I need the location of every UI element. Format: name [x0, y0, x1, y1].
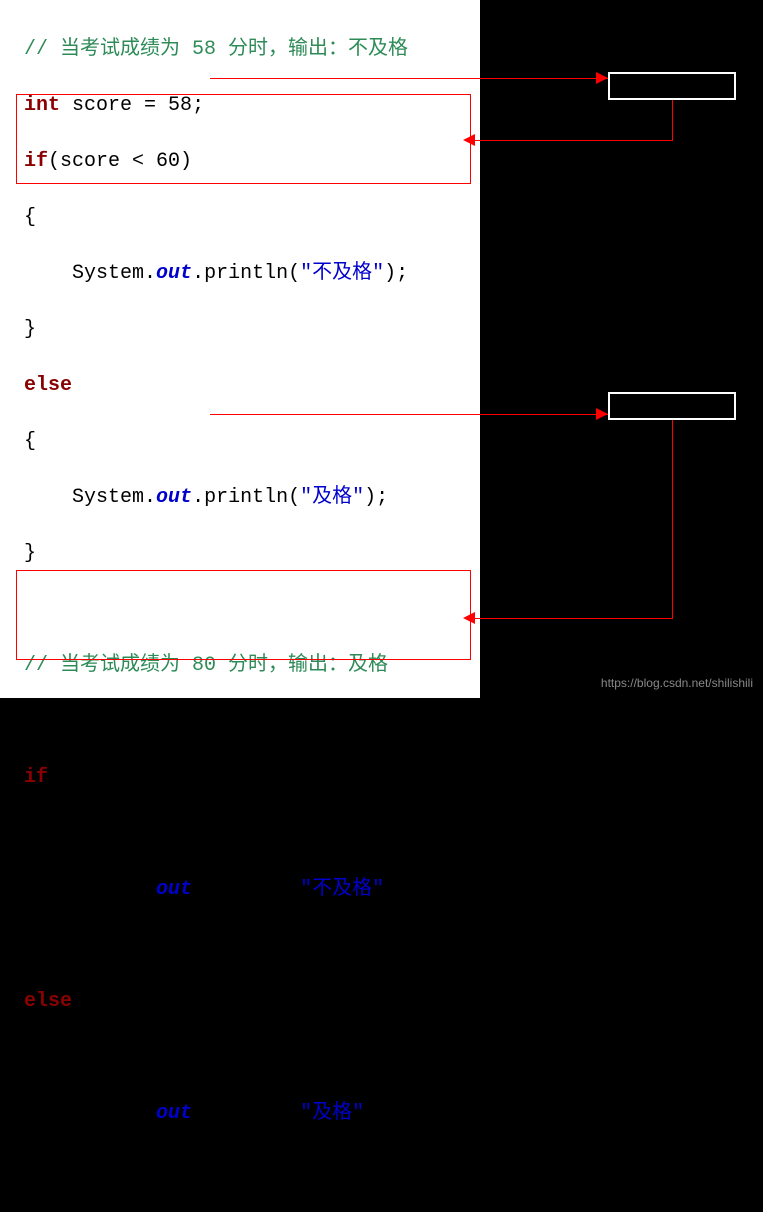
code-line: else — [0, 372, 480, 400]
sys: System — [72, 262, 144, 285]
comment-2: // 当考试成绩为 80 分时，输出：及格 — [24, 654, 388, 677]
code-line: if(score < 60) — [0, 148, 480, 176]
arrow-head-icon — [596, 408, 608, 420]
lbrace: { — [24, 430, 36, 453]
rbrace: } — [24, 542, 36, 565]
cond-1: (score < 60) — [48, 150, 192, 173]
assign: score = — [24, 710, 120, 733]
comment-1: // 当考试成绩为 58 分时，输出：不及格 — [24, 38, 408, 61]
arrow-line — [672, 420, 673, 618]
code-line: } — [0, 316, 480, 344]
output-box-1 — [608, 72, 736, 100]
code-line: if(score < 60) — [0, 764, 480, 792]
kw-if-2: if — [24, 766, 48, 789]
code-line: System.out.println("及格"); — [0, 1100, 480, 1128]
decl: score = — [60, 94, 168, 117]
kw-int: int — [24, 94, 60, 117]
code-line: } — [0, 932, 480, 960]
arrow-line — [672, 100, 673, 140]
code-line: // 当考试成绩为 80 分时，输出：及格 — [0, 652, 480, 680]
kw-else-2: else — [24, 990, 72, 1013]
str-pass: "及格" — [300, 486, 364, 509]
kw-if: if — [24, 150, 48, 173]
code-line: { — [0, 428, 480, 456]
out: out — [156, 262, 192, 285]
rbrace: } — [24, 318, 36, 341]
num-80: 80 — [120, 710, 144, 733]
code-line: } — [0, 540, 480, 568]
num-58: 58 — [168, 94, 192, 117]
output-box-2 — [608, 392, 736, 420]
arrow-line — [475, 618, 673, 619]
code-line: System.out.println("不及格"); — [0, 260, 480, 288]
code-line — [0, 596, 480, 624]
code-line: System.out.println("不及格"); — [0, 876, 480, 904]
code-line: score = 80; — [0, 708, 480, 736]
code-line: else — [0, 988, 480, 1016]
arrow-head-icon — [596, 72, 608, 84]
code-panel: // 当考试成绩为 58 分时，输出：不及格 int score = 58; i… — [0, 0, 480, 698]
arrow-line — [475, 140, 673, 141]
code-line: System.out.println("及格"); — [0, 484, 480, 512]
watermark: https://blog.csdn.net/shilishili — [601, 675, 753, 692]
code-line: int score = 58; — [0, 92, 480, 120]
code-line: } — [0, 1156, 480, 1184]
kw-else: else — [24, 374, 72, 397]
cond-2: (score < 60) — [48, 766, 192, 789]
code-line: { — [0, 204, 480, 232]
code-line: // 当考试成绩为 58 分时，输出：不及格 — [0, 36, 480, 64]
code-line: { — [0, 1044, 480, 1072]
stmt: System.out.println("及格"); — [24, 486, 388, 509]
code-line: { — [0, 820, 480, 848]
semi: ; — [192, 94, 204, 117]
stmt: System.out.println("不及格"); — [24, 262, 408, 285]
lbrace: { — [24, 206, 36, 229]
str-fail: "不及格" — [300, 262, 384, 285]
